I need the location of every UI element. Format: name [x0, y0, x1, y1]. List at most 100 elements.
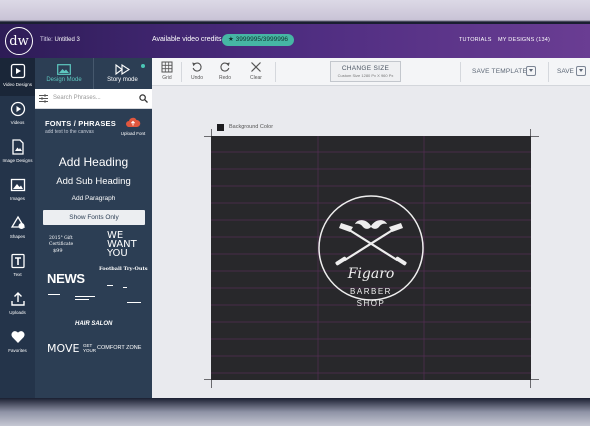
app-window: dw Title: Untitled 3 Available video cre…	[0, 24, 590, 398]
clear-button[interactable]: Clear	[244, 61, 268, 81]
sample-line	[107, 285, 113, 286]
tutorials-link[interactable]: TUTORIALS	[459, 37, 492, 43]
story-mode-tab[interactable]: Story mode	[93, 58, 151, 89]
undo-label: Undo	[191, 75, 203, 81]
add-paragraph-button[interactable]: Add Paragraph	[35, 195, 152, 202]
image-icon	[10, 177, 26, 193]
sample-line	[48, 294, 60, 295]
font-sample-football[interactable]: Football Try-Outs	[99, 266, 148, 272]
document-title[interactable]: Title: Untitled 3	[40, 37, 80, 43]
shapes-icon	[10, 215, 26, 231]
grid-icon	[161, 61, 173, 73]
font-sample-news[interactable]: NEWS	[47, 271, 85, 286]
font-sample-hair-salon[interactable]: HAIR SALON	[75, 321, 112, 327]
background-color-label: Background Color	[229, 124, 274, 130]
rail-item-shapes[interactable]: Shapes	[0, 210, 35, 248]
crop-mark	[211, 380, 212, 388]
rail-label: Images	[10, 196, 25, 201]
design-mode-icon	[57, 64, 71, 75]
crop-mark	[531, 379, 539, 380]
save-template-button[interactable]: SAVE TEMPLATE	[472, 68, 527, 75]
rail-label: Uploads	[9, 310, 26, 315]
text-icon	[10, 253, 26, 269]
logo-circle	[318, 195, 424, 301]
save-button[interactable]: SAVE	[557, 68, 574, 75]
sample-text: YOU	[107, 248, 128, 259]
title-prefix: Title:	[40, 37, 53, 43]
redo-label: Redo	[219, 75, 231, 81]
undo-icon	[192, 62, 202, 72]
save-dropdown[interactable]	[576, 66, 586, 76]
show-fonts-only-button[interactable]: Show Fonts Only	[43, 210, 145, 225]
design-canvas[interactable]: Figaro BARBER SHOP	[211, 136, 531, 380]
left-rail: Video Designs Videos Image Designs Image…	[0, 58, 35, 398]
crop-mark	[204, 379, 211, 380]
rail-label: Videos	[10, 120, 25, 125]
filter-menu-icon[interactable]	[39, 94, 48, 103]
change-size-label: CHANGE SIZE	[341, 65, 390, 72]
video-design-icon	[10, 63, 26, 79]
font-sample-move[interactable]: MOVE	[47, 342, 79, 355]
rail-label: Image Designs	[2, 158, 33, 163]
editor-toolbar: Grid Undo Redo Clear CHANGE SIZE Custom …	[152, 58, 590, 86]
logo-script-text: Figaro	[347, 266, 395, 282]
undo-button[interactable]: Undo	[185, 61, 209, 81]
close-icon	[251, 62, 261, 72]
rail-label: Shapes	[9, 234, 26, 239]
sample-line	[75, 296, 95, 297]
add-sub-heading-button[interactable]: Add Sub Heading	[35, 176, 152, 187]
design-mode-label: Design Mode	[46, 77, 82, 83]
redo-icon	[220, 62, 230, 72]
search-bar: Search Phrases...	[35, 89, 152, 109]
video-play-icon	[10, 101, 26, 117]
sample-line	[75, 299, 89, 300]
credits-label: Available video credits	[152, 36, 222, 43]
rail-item-image-designs[interactable]: Image Designs	[0, 134, 35, 172]
text-panel: Design Mode Story mode Search Phrases...…	[35, 58, 152, 398]
heart-icon	[10, 329, 26, 345]
crop-mark	[204, 136, 211, 137]
rail-item-uploads[interactable]: Uploads	[0, 286, 35, 324]
top-bar: dw Title: Untitled 3 Available video cre…	[0, 24, 590, 58]
sample-text: COMFORT ZONE	[97, 345, 142, 351]
upload-icon	[10, 291, 26, 307]
save-template-dropdown[interactable]	[526, 66, 536, 76]
fonts-phrases-heading: FONTS / PHRASES	[45, 119, 116, 128]
clear-label: Clear	[250, 75, 262, 81]
search-input[interactable]: Search Phrases...	[53, 95, 101, 101]
add-heading-button[interactable]: Add Heading	[35, 155, 152, 169]
crop-mark	[531, 136, 539, 137]
crop-mark	[211, 129, 212, 136]
fonts-phrases-subtitle: add text to the canvas	[45, 129, 94, 135]
sample-text: YOUR	[83, 348, 97, 353]
title-value: Untitled 3	[54, 37, 80, 43]
mustache-icon	[355, 220, 387, 229]
rail-item-images[interactable]: Images	[0, 172, 35, 210]
upload-font-label: Upload Font	[120, 131, 146, 136]
rail-item-text[interactable]: Text	[0, 248, 35, 286]
rail-label: Favorites	[8, 348, 27, 353]
grid-label: Grid	[162, 75, 172, 81]
redo-button[interactable]: Redo	[213, 61, 237, 81]
rail-item-favorites[interactable]: Favorites	[0, 324, 35, 362]
my-designs-link[interactable]: MY DESIGNS (134)	[498, 37, 550, 43]
fonts-phrases-section: FONTS / PHRASES add text to the canvas U…	[35, 109, 152, 398]
background-color-swatch[interactable]	[217, 124, 224, 131]
sample-text: Certificate	[49, 242, 74, 247]
upload-font-button[interactable]: Upload Font	[119, 117, 147, 136]
rail-item-videos[interactable]: Videos	[0, 96, 35, 134]
logo-shop-text: SHOP	[356, 299, 386, 308]
image-design-icon	[10, 139, 26, 155]
grid-button[interactable]: Grid	[155, 61, 179, 81]
toolbar-divider	[181, 62, 182, 82]
mode-switch: Design Mode Story mode	[35, 58, 152, 89]
crop-mark	[530, 129, 531, 136]
search-icon[interactable]	[139, 94, 148, 103]
rail-item-video-designs[interactable]: Video Designs	[0, 58, 35, 96]
toolbar-divider	[548, 62, 549, 82]
rail-label: Video Designs	[3, 82, 32, 87]
custom-size-label: Custom Size 1280 Px X 960 Px	[337, 73, 394, 78]
design-mode-tab[interactable]: Design Mode	[35, 58, 93, 89]
change-size-button[interactable]: CHANGE SIZE Custom Size 1280 Px X 960 Px	[330, 61, 401, 82]
app-logo[interactable]: dw	[5, 27, 33, 55]
